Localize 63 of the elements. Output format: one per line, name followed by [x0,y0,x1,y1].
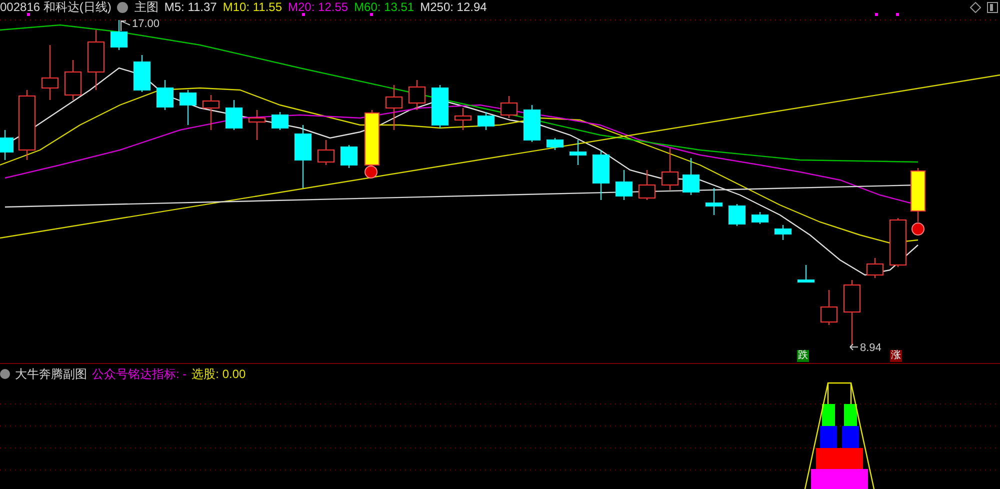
candlestick [202,94,220,130]
candlestick [820,290,838,326]
candlestick [500,96,518,118]
signal-tag: 涨 [890,350,902,362]
candlestick [134,54,150,92]
candlestick [662,148,678,190]
candlestick [866,258,884,278]
candlestick [18,90,36,160]
high-price-label: 17.00 [132,17,160,32]
candlestick [890,218,906,268]
candlestick [478,112,494,130]
candlestick [524,104,540,142]
moving-average-value: M10: 11.55 [222,1,282,13]
candlestick [798,264,814,282]
candlestick [386,84,402,130]
candlestick [616,170,632,200]
candlestick [728,204,746,226]
candlestick [318,140,334,166]
candlestick [364,110,380,168]
candlestick [180,90,196,126]
candlestick [752,212,768,224]
signal-ball-icon [912,222,924,236]
indicator-label: 公众号铭达指标: - [92,366,187,383]
candlestick [844,280,860,346]
candlestick [340,144,358,168]
candlestick [432,84,448,128]
candlestick [226,100,242,130]
candlestick [88,30,104,90]
candlestick [272,112,288,130]
candlestick [42,44,58,100]
signal-ball-icon [364,166,378,178]
panel-title: 大牛奔腾副图 [15,366,87,383]
candlestick [156,80,174,110]
candlestick [294,124,312,188]
candlestick [682,158,700,196]
signal-tag: 跌 [797,350,809,362]
candlestick [638,170,656,200]
arrow-icon [850,344,858,350]
moving-average-value: M250: 12.94 [420,1,487,13]
candlestick [454,108,472,130]
chart-name: 主图 [134,1,158,13]
dropdown-icon[interactable] [0,369,10,379]
candlestick [110,20,128,50]
dropdown-icon[interactable] [117,2,128,12]
candlestick [64,60,82,100]
chart-title: 002816 和科达(日线) [0,1,112,13]
diamond-icon[interactable] [970,2,981,13]
candlestick [546,138,564,150]
candlestick [592,150,610,200]
candlestick [774,224,792,240]
arrow-icon [120,20,130,32]
candlestick [248,110,266,140]
panel-icon[interactable] [987,2,998,13]
candlestick [910,168,926,222]
screen-value: 选股: 0.00 [192,366,246,383]
moving-average-value: M60: 13.51 [354,1,414,13]
candlestick [0,130,14,160]
moving-average-value: M20: 12.55 [288,1,348,13]
candlestick [706,188,722,216]
candlestick [408,80,426,110]
low-price-label: 8.94 [860,341,882,356]
candlestick [570,140,586,166]
moving-average-value: M5: 11.37 [164,1,217,13]
